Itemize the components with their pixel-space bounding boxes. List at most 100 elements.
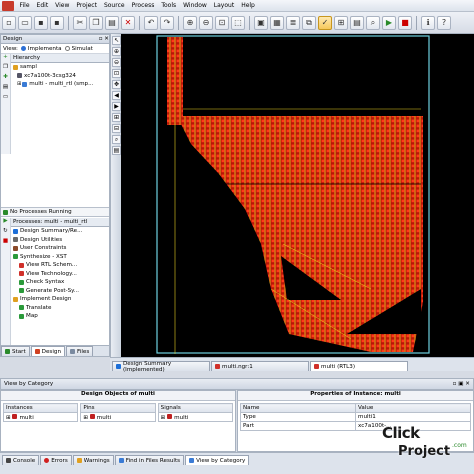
grid-icon[interactable]: ▦ bbox=[270, 15, 284, 30]
tab-warnings[interactable]: Warnings bbox=[72, 455, 114, 465]
zoom-area-icon[interactable]: ⬚ bbox=[231, 15, 245, 30]
open-folder-icon[interactable]: ▭ bbox=[18, 15, 32, 30]
property-row[interactable]: Type multi1 bbox=[240, 412, 471, 422]
open-icon[interactable]: ▭ bbox=[1, 94, 10, 104]
process-translate[interactable]: Translate bbox=[13, 304, 109, 313]
instance-row[interactable]: ⊞ multi bbox=[2, 412, 79, 422]
panel-controls[interactable]: ▫ ✕ bbox=[99, 36, 109, 42]
schematic-drawing[interactable] bbox=[121, 34, 474, 357]
tab-view-by-category[interactable]: View by Category bbox=[185, 455, 250, 465]
pin-row[interactable]: ⊞ multi bbox=[80, 412, 156, 422]
schematic-icon[interactable]: ⊞ bbox=[334, 15, 348, 30]
menu-view[interactable]: View bbox=[52, 2, 73, 9]
menu-file[interactable]: File bbox=[16, 2, 33, 9]
new-source-icon[interactable]: ✚ bbox=[1, 74, 10, 84]
tab-console[interactable]: Console bbox=[2, 455, 40, 465]
stop-icon[interactable]: ■ bbox=[398, 15, 412, 30]
menu-source[interactable]: Source bbox=[100, 2, 128, 9]
process-check-syntax[interactable]: Check Syntax bbox=[13, 278, 109, 287]
forward-icon[interactable]: ▶ bbox=[112, 102, 121, 111]
menu-edit[interactable]: Edit bbox=[33, 2, 52, 9]
menu-process[interactable]: Process bbox=[128, 2, 158, 9]
tab-find-results[interactable]: Find in Files Results bbox=[114, 455, 185, 465]
zoom-out-icon[interactable]: ⊖ bbox=[199, 15, 213, 30]
add-source-icon[interactable]: + bbox=[1, 54, 10, 64]
stack-icon[interactable]: ≣ bbox=[286, 15, 300, 30]
toolbar: ▫ ▭ ▪ ▪ ✂ ❐ ▤ ✕ ↶ ↷ ⊕ ⊖ ⊡ ⬚ ▣ ▦ ≣ ⧉ ✓ ⊞ … bbox=[0, 12, 474, 34]
window-icon[interactable]: ▣ bbox=[254, 15, 268, 30]
properties-icon[interactable]: ▤ bbox=[1, 84, 10, 94]
tab-start[interactable]: Start bbox=[1, 346, 30, 356]
menu-layout[interactable]: Layout bbox=[210, 2, 237, 9]
expand-icon[interactable]: ⊞ bbox=[17, 81, 21, 87]
select-mode-icon[interactable]: ✓ bbox=[318, 15, 332, 30]
input-port-block[interactable] bbox=[167, 37, 183, 125]
copy-source-icon[interactable]: ❐ bbox=[1, 64, 10, 74]
process-design-utilities[interactable]: Design Utilities bbox=[13, 236, 109, 245]
pan-icon[interactable]: ✥ bbox=[112, 80, 121, 89]
delete-icon[interactable]: ✕ bbox=[121, 15, 135, 30]
run-icon[interactable]: ▶ bbox=[382, 15, 396, 30]
process-design-summary[interactable]: Design Summary/Re... bbox=[13, 227, 109, 236]
bottom-tabs: Console Errors Warnings Find in Files Re… bbox=[0, 452, 474, 474]
expand-icon[interactable]: ⊞ bbox=[112, 113, 121, 122]
process-view-tech[interactable]: View Technology... bbox=[13, 270, 109, 279]
copy-icon[interactable]: ❐ bbox=[89, 15, 103, 30]
cut-icon[interactable]: ✂ bbox=[73, 15, 87, 30]
new-file-icon[interactable]: ▫ bbox=[2, 15, 16, 30]
tab-files[interactable]: Files bbox=[66, 346, 94, 356]
table-icon[interactable]: ▤ bbox=[350, 15, 364, 30]
save-all-icon[interactable]: ▪ bbox=[50, 15, 64, 30]
tree-item-project[interactable]: sampl bbox=[13, 63, 109, 72]
zoom-fit-icon[interactable]: ⊡ bbox=[215, 15, 229, 30]
tab-design-summary[interactable]: Design Summary (Implemented) bbox=[112, 361, 210, 373]
process-view-rtl[interactable]: View RTL Schem... bbox=[13, 261, 109, 270]
print-icon[interactable]: ▤ bbox=[112, 146, 121, 155]
redo-icon[interactable]: ↷ bbox=[160, 15, 174, 30]
cascade-icon[interactable]: ⧉ bbox=[302, 15, 316, 30]
zoom-out-icon[interactable]: ⊖ bbox=[112, 58, 121, 67]
menu-window[interactable]: Window bbox=[180, 2, 211, 9]
tab-design[interactable]: Design bbox=[30, 346, 65, 356]
menu-tools[interactable]: Tools bbox=[158, 2, 180, 9]
radio-simulation[interactable]: Simulat bbox=[64, 46, 93, 52]
menu-project[interactable]: Project bbox=[73, 2, 101, 9]
undo-icon[interactable]: ↶ bbox=[144, 15, 158, 30]
back-icon[interactable]: ◀ bbox=[112, 91, 121, 100]
properties-icon[interactable]: ℹ bbox=[421, 15, 435, 30]
process-implement[interactable]: Implement Design bbox=[13, 295, 109, 304]
collapse-icon[interactable]: ⊟ bbox=[112, 124, 121, 133]
menu-help[interactable]: Help bbox=[238, 2, 259, 9]
run-icon[interactable] bbox=[3, 209, 8, 215]
paste-icon[interactable]: ▤ bbox=[105, 15, 119, 30]
zoom-in-icon[interactable]: ⊕ bbox=[183, 15, 197, 30]
tree-item-top-module[interactable]: ⊞ multi - multi_rtl (smp... bbox=[13, 80, 109, 89]
tab-errors[interactable]: Errors bbox=[40, 455, 72, 465]
process-user-constraints[interactable]: User Constraints bbox=[13, 244, 109, 253]
property-row[interactable]: Part xc7a100t-... bbox=[240, 421, 471, 431]
radio-implementation[interactable]: Implementa bbox=[20, 46, 62, 52]
select-tool-icon[interactable]: ↖ bbox=[112, 36, 121, 45]
process-map[interactable]: Map bbox=[13, 312, 109, 321]
process-side-toolbar: ▶ ↻ ■ bbox=[1, 218, 11, 346]
schematic-icon bbox=[19, 262, 24, 268]
rerun-icon[interactable]: ↻ bbox=[1, 228, 10, 238]
panel-title: Design bbox=[3, 36, 23, 42]
process-synthesize[interactable]: Synthesize - XST bbox=[13, 253, 109, 262]
zoom-in-icon[interactable]: ⊕ bbox=[112, 47, 121, 56]
find-icon[interactable]: ⌕ bbox=[112, 135, 121, 144]
stop-process-icon[interactable]: ■ bbox=[1, 238, 10, 248]
tree-item-device[interactable]: xc7a100t-3csg324 bbox=[13, 72, 109, 81]
run-process-icon[interactable]: ▶ bbox=[1, 218, 10, 228]
save-icon[interactable]: ▪ bbox=[34, 15, 48, 30]
help-icon[interactable]: ? bbox=[437, 15, 451, 30]
signal-row[interactable]: ⊞ multi bbox=[157, 412, 233, 422]
zoom-fit-icon[interactable]: ⊡ bbox=[112, 69, 121, 78]
process-generate-post[interactable]: Generate Post-Sy... bbox=[13, 287, 109, 296]
panel-controls[interactable]: ▫ ▣ ✕ bbox=[453, 381, 470, 387]
tab-multi-ngr[interactable]: multi.ngr:1 bbox=[211, 361, 309, 371]
expand-icon[interactable]: ⊞ bbox=[83, 415, 89, 421]
tab-multi-rtl[interactable]: multi (RTL3) bbox=[310, 361, 408, 371]
find-icon[interactable]: ⌕ bbox=[366, 15, 380, 30]
schematic-canvas[interactable] bbox=[121, 34, 474, 357]
